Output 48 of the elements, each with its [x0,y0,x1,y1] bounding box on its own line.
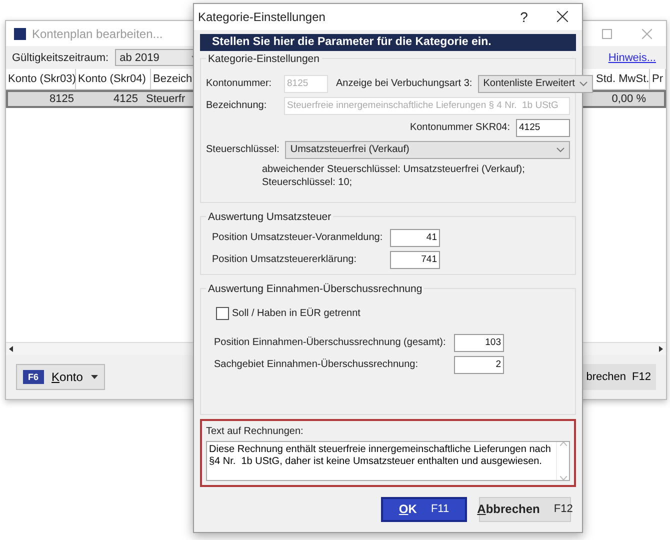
field-label: Bezeichnung: [206,99,268,112]
table-cell-text: Steuerfr [145,92,186,106]
cancel-button[interactable]: Abbrechen F12 [479,496,571,522]
ok-button[interactable]: OK F11 [381,496,467,522]
display-dropdown[interactable]: Kontenliste Erweitert [478,74,593,93]
field-label: Text auf Rechnungen: [206,424,304,438]
skr04-field[interactable]: 4125 [516,118,570,137]
field-label: Kontonummer: [206,77,273,90]
group-title: Kategorie-Einstellungen [207,52,320,65]
column-header: Pr [650,69,666,89]
period-label: Gültigkeitszeitraum: [12,52,109,64]
chevron-down-icon [556,146,565,153]
hint-link[interactable]: Hinweis... [608,52,660,64]
number-field[interactable]: 103 [454,334,504,352]
table-cell-text: 4125 [112,92,139,106]
instruction-banner: Stellen Sie hier die Parameter für die Kategorie ein. [200,34,576,51]
field-label: Position Umsatzsteuererklärung: [212,253,358,266]
table-cell-text: 0,00 % [610,92,647,106]
field-label: Position Umsatzsteuer-Voranmeldung: [212,231,384,244]
field-label: Steuerschlüssel: [206,143,280,156]
caret-icon [90,375,98,379]
field-label: Anzeige bei Verbuchungsart 3: [336,77,472,90]
column-header: Std. MwSt. [594,69,650,89]
cancel-button[interactable]: brechen F12 [581,364,656,390]
help-button[interactable]: ? [506,8,542,25]
field-label: Position Einnahmen-Überschussrechnung (gesamt): [214,336,447,350]
group-title: Auswertung Einnahmen-Überschussrechnung [207,282,424,295]
field-label: Kontonummer SKR04: [410,121,510,134]
scroll-left-icon[interactable] [9,346,13,352]
checkbox-label: Soll / Haben in EÜR getrennt [232,306,360,320]
tax-key-dropdown[interactable]: Umsatzsteuerfrei (Verkauf) [285,140,570,159]
number-field[interactable]: 741 [390,250,440,269]
dialog-title: Kategorie-Einstellungen [198,10,326,24]
tax-key-note: abweichender Steuerschlüssel: Umsatzsteuerfrei (Verkauf); Steuerschlüssel: 10; [261,162,526,189]
app-icon [14,28,26,40]
close-icon[interactable] [556,11,568,22]
field-label: Sachgebiet Einnahmen-Überschussrechnung: [214,358,420,372]
chevron-down-icon [578,80,588,87]
table-cell-text: 8125 [48,92,75,106]
column-header: Konto (Skr04) [76,69,151,89]
scroll-right-icon[interactable] [659,346,663,352]
checkbox[interactable] [216,306,229,320]
window-title: Kontenplan bearbeiten... [32,26,163,40]
group-title: Auswertung Umsatzsteuer [207,210,332,223]
account-button[interactable]: F6 Konto [16,364,105,390]
column-header: Konto (Skr03) [6,69,76,89]
number-field[interactable]: 2 [454,356,504,374]
number-field[interactable]: 41 [390,228,440,247]
